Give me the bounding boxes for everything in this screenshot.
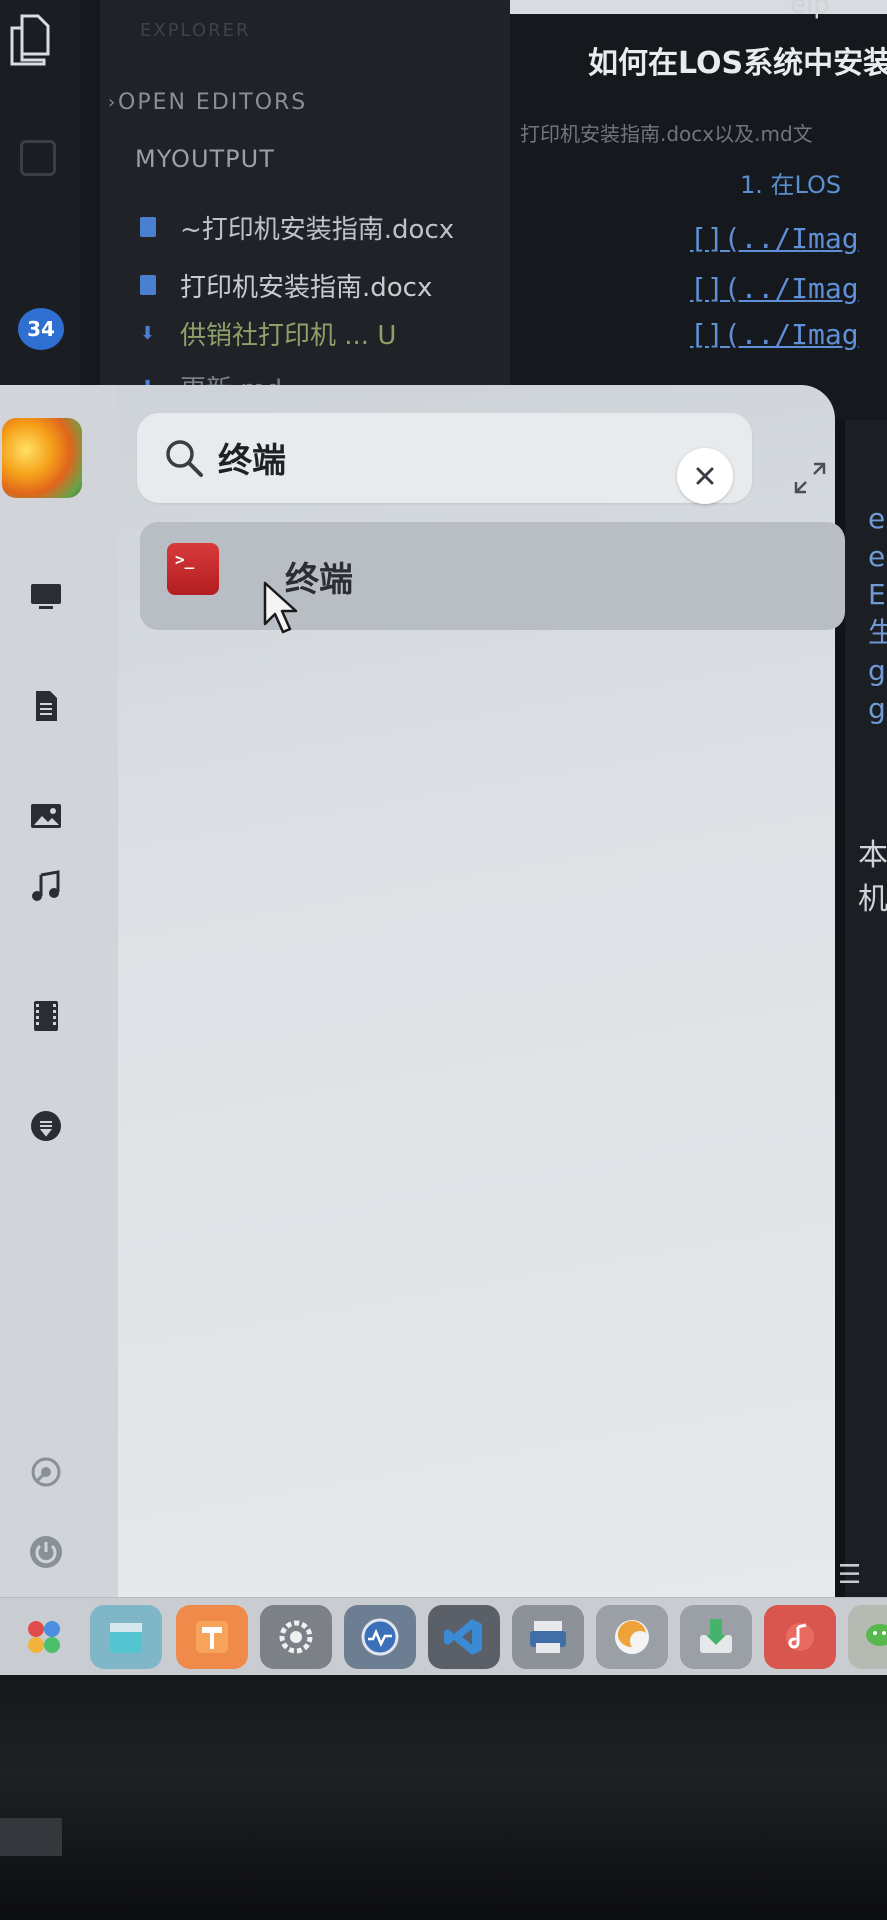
download-file-icon: ⬇ xyxy=(140,323,156,344)
music-player-icon[interactable] xyxy=(764,1605,836,1669)
bezel-sticker xyxy=(0,1818,62,1856)
code-link-line: [](../Imag xyxy=(690,222,859,255)
user-avatar[interactable] xyxy=(2,418,82,498)
code-heading: 1. 在LOS xyxy=(740,171,842,199)
chevron-right-icon[interactable]: › xyxy=(108,92,115,113)
vscode-icon[interactable] xyxy=(428,1605,500,1669)
music-icon[interactable] xyxy=(22,862,70,910)
open-editors-section[interactable]: OPEN EDITORS xyxy=(118,90,307,115)
laptop-bezel xyxy=(0,1675,887,1920)
file-name: 供销社打印机 ... U xyxy=(180,320,397,351)
download-manager-icon[interactable] xyxy=(680,1605,752,1669)
settings-icon[interactable] xyxy=(22,1448,70,1496)
video-icon[interactable] xyxy=(22,992,70,1040)
close-icon xyxy=(696,467,714,485)
system-monitor-icon[interactable] xyxy=(344,1605,416,1669)
menu-icon[interactable]: ☰ xyxy=(838,1560,861,1590)
code-link-line: [](../Imag xyxy=(690,272,859,305)
search-view-icon[interactable] xyxy=(20,140,56,176)
power-icon[interactable] xyxy=(22,1528,70,1576)
expand-icon[interactable] xyxy=(790,458,830,498)
document-icon[interactable] xyxy=(22,682,70,730)
file-item[interactable]: 打印机安装指南.docx xyxy=(140,268,433,303)
download-icon[interactable] xyxy=(22,1102,70,1150)
search-icon xyxy=(166,440,203,477)
folder-name[interactable]: MYOUTPUT xyxy=(135,145,275,173)
screen: 34 EXPLORER › OPEN EDITORS MYOUTPUT ~打印机… xyxy=(0,0,887,1920)
search-result-item[interactable] xyxy=(140,522,845,630)
source-control-badge: 34 xyxy=(18,308,64,350)
word-file-icon xyxy=(140,275,156,295)
file-item[interactable]: ~打印机安装指南.docx xyxy=(140,210,455,245)
file-name: 打印机安装指南.docx xyxy=(180,272,433,303)
explorer-title: EXPLORER xyxy=(140,20,251,41)
editor-side-text: 本机 xyxy=(858,838,887,917)
document-tab-title[interactable]: 如何在LOS系统中安装 xyxy=(588,38,887,82)
launcher-icon[interactable] xyxy=(8,1605,80,1669)
file-name: ~打印机安装指南.docx xyxy=(180,214,455,245)
mouse-cursor-icon xyxy=(263,581,298,634)
files-icon[interactable] xyxy=(8,12,52,68)
word-file-icon xyxy=(140,217,156,237)
editor-side-text: e e EL 生 ge ge xyxy=(868,502,887,725)
computer-icon[interactable] xyxy=(22,572,70,620)
printer-icon[interactable] xyxy=(512,1605,584,1669)
code-text-line: 打印机安装指南.docx以及.md文 xyxy=(520,122,813,146)
code-link-line: [](../Imag xyxy=(690,318,859,351)
settings-icon[interactable] xyxy=(260,1605,332,1669)
browser-icon[interactable] xyxy=(596,1605,668,1669)
file-item[interactable]: ⬇ 供销社打印机 ... U xyxy=(140,316,397,351)
file-manager-icon[interactable] xyxy=(176,1605,248,1669)
search-input[interactable] xyxy=(218,432,658,482)
launcher-sidebar xyxy=(0,385,118,1597)
wechat-icon[interactable] xyxy=(848,1605,887,1669)
terminal-icon: >_ xyxy=(167,543,219,595)
help-menu[interactable]: elp xyxy=(790,0,830,20)
app-store-icon[interactable] xyxy=(90,1605,162,1669)
picture-icon[interactable] xyxy=(22,792,70,840)
clear-search-button[interactable] xyxy=(677,448,733,504)
